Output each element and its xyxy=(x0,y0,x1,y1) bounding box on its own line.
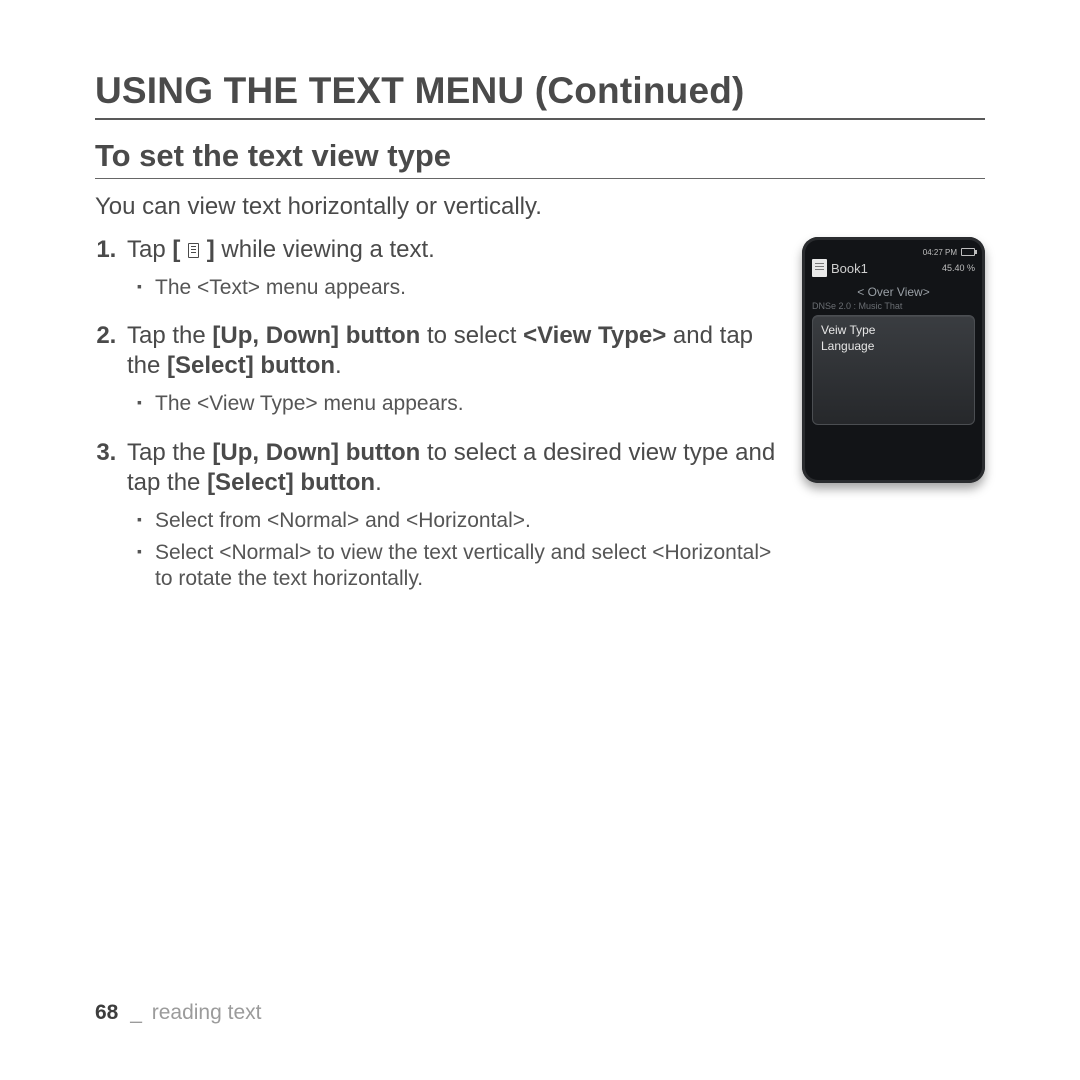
steps-list: Tap [ ] while viewing a text. The <Text>… xyxy=(95,235,786,592)
step-1-post: while viewing a text. xyxy=(215,236,435,263)
step-2-b2: <View Type> xyxy=(523,322,666,349)
step-3-t3: . xyxy=(375,469,382,496)
device-time: 04:27 PM xyxy=(923,248,957,257)
section-title: To set the text view type xyxy=(95,138,985,179)
device-background-text: DNSe 2.0 : Music That xyxy=(812,301,975,311)
footer-section: reading text xyxy=(152,1001,262,1024)
step-2-t1: Tap the xyxy=(127,322,212,349)
page-title: USING THE TEXT MENU (Continued) xyxy=(95,70,985,120)
page-footer: 68 _ reading text xyxy=(95,1001,261,1025)
footer-separator: _ xyxy=(130,1001,142,1024)
step-3-b2: [Select] button xyxy=(207,469,375,496)
device-menu-item-viewtype: Veiw Type xyxy=(821,322,966,338)
step-3-b1: [Up, Down] button xyxy=(212,439,420,466)
step-1-sub-1: The <Text> menu appears. xyxy=(137,275,786,301)
intro-text: You can view text horizontally or vertic… xyxy=(95,193,985,221)
device-percent: 45.40 % xyxy=(942,263,975,273)
battery-icon xyxy=(961,248,975,256)
step-2-b1: [Up, Down] button xyxy=(212,322,420,349)
device-mock: 04:27 PM Book1 45.40 % < Over View> DNSe… xyxy=(802,237,985,483)
device-menu-item-language: Language xyxy=(821,338,966,354)
step-2-t2: to select xyxy=(420,322,523,349)
document-icon xyxy=(812,259,827,277)
step-1: Tap [ ] while viewing a text. The <Text>… xyxy=(123,235,786,301)
page-number: 68 xyxy=(95,1001,118,1024)
step-1-pre: Tap xyxy=(127,236,172,263)
step-2-b3: [Select] button xyxy=(167,352,335,379)
step-2-sub-1: The <View Type> menu appears. xyxy=(137,391,786,417)
device-menu: Veiw Type Language xyxy=(812,315,975,425)
step-2: Tap the [Up, Down] button to select <Vie… xyxy=(123,321,786,417)
step-1-lbracket: [ xyxy=(172,236,187,263)
device-overview-label: < Over View> xyxy=(812,285,975,299)
menu-icon xyxy=(188,243,199,258)
step-3: Tap the [Up, Down] button to select a de… xyxy=(123,438,786,593)
step-3-t1: Tap the xyxy=(127,439,212,466)
step-1-rbracket: ] xyxy=(200,236,215,263)
step-2-t4: . xyxy=(335,352,342,379)
step-3-sub-2: Select <Normal> to view the text vertica… xyxy=(137,540,786,593)
device-file-title: Book1 xyxy=(831,261,868,276)
step-3-sub-1: Select from <Normal> and <Horizontal>. xyxy=(137,508,786,534)
